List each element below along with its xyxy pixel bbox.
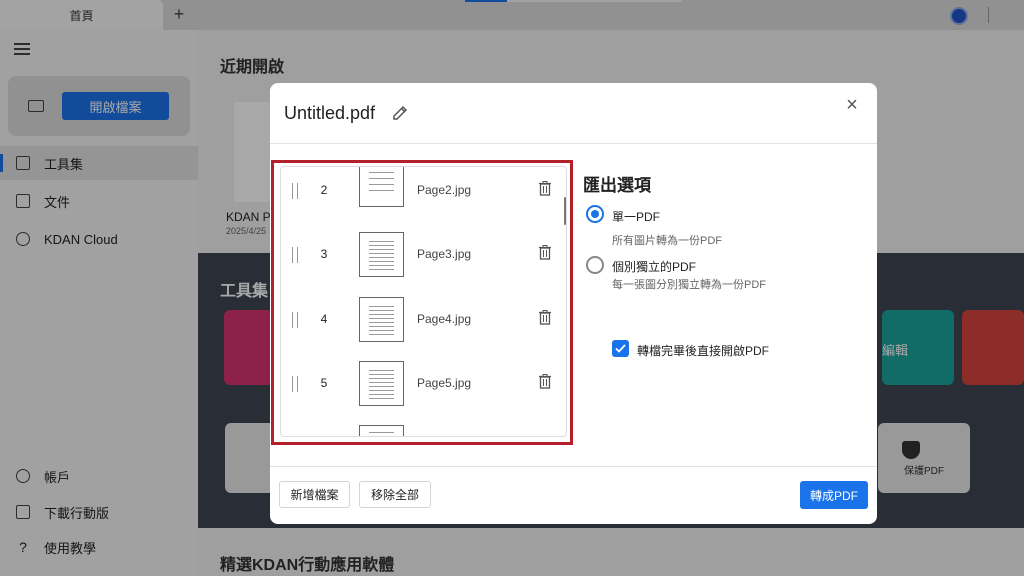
header-divider (270, 143, 877, 144)
single-pdf-label[interactable]: 單一PDF (612, 208, 660, 225)
trash-icon[interactable] (539, 181, 551, 196)
separate-pdf-label[interactable]: 個別獨立的PDF (612, 258, 696, 275)
single-pdf-radio[interactable] (586, 205, 604, 223)
open-after-convert-checkbox[interactable] (612, 340, 629, 357)
file-row-name: Page5.jpg (417, 376, 472, 390)
file-row[interactable]: 3 Page3.jpg (281, 225, 566, 285)
convert-to-pdf-button[interactable]: 轉成PDF (800, 481, 868, 509)
file-list[interactable]: 2 Page2.jpg 3 Page3.jpg 4 Page4.jpg 5 Pa… (280, 166, 567, 437)
add-files-button[interactable]: 新增檔案 (279, 481, 350, 508)
close-icon[interactable]: × (842, 95, 862, 115)
trash-icon[interactable] (539, 245, 551, 260)
export-options-title: 匯出選項 (583, 176, 651, 195)
separate-pdf-description: 每一張圖分別獨立轉為一份PDF (612, 279, 766, 291)
file-row-number: 4 (320, 312, 328, 326)
checkmark-icon (615, 344, 626, 353)
drag-handle-icon[interactable] (292, 183, 298, 199)
file-thumbnail (359, 167, 404, 207)
convert-to-pdf-dialog: Untitled.pdf × 2 Page2.jpg 3 Page3.jpg 4… (270, 83, 877, 524)
file-thumbnail (359, 425, 404, 436)
file-row-name: Page4.jpg (417, 312, 472, 326)
drag-handle-icon[interactable] (292, 247, 298, 263)
open-after-convert-label[interactable]: 轉檔完畢後直接開啟PDF (637, 342, 769, 359)
file-thumbnail (359, 297, 404, 342)
file-row-name: Page2.jpg (417, 183, 472, 197)
file-row-number: 2 (320, 183, 328, 197)
file-row-partial[interactable] (281, 418, 566, 436)
file-row-name: Page3.jpg (417, 247, 472, 261)
separate-pdf-radio[interactable] (586, 256, 604, 274)
drag-handle-icon[interactable] (292, 376, 298, 392)
file-row[interactable]: 4 Page4.jpg (281, 290, 566, 350)
file-row[interactable]: 5 Page5.jpg (281, 354, 566, 414)
file-row[interactable]: 2 Page2.jpg (281, 167, 566, 221)
file-thumbnail (359, 361, 404, 406)
file-row-number: 3 (320, 247, 328, 261)
file-list-highlight: 2 Page2.jpg 3 Page3.jpg 4 Page4.jpg 5 Pa… (271, 160, 573, 445)
single-pdf-description: 所有圖片轉為一份PDF (612, 235, 722, 247)
edit-title-icon[interactable] (390, 103, 410, 123)
footer-divider (270, 466, 877, 467)
trash-icon[interactable] (539, 374, 551, 389)
drag-handle-icon[interactable] (292, 312, 298, 328)
dialog-title: Untitled.pdf (284, 103, 376, 123)
trash-icon[interactable] (539, 310, 551, 325)
file-row-number: 5 (320, 376, 328, 390)
file-list-scrollbar[interactable] (564, 197, 566, 225)
file-thumbnail (359, 232, 404, 277)
remove-all-button[interactable]: 移除全部 (359, 481, 431, 508)
